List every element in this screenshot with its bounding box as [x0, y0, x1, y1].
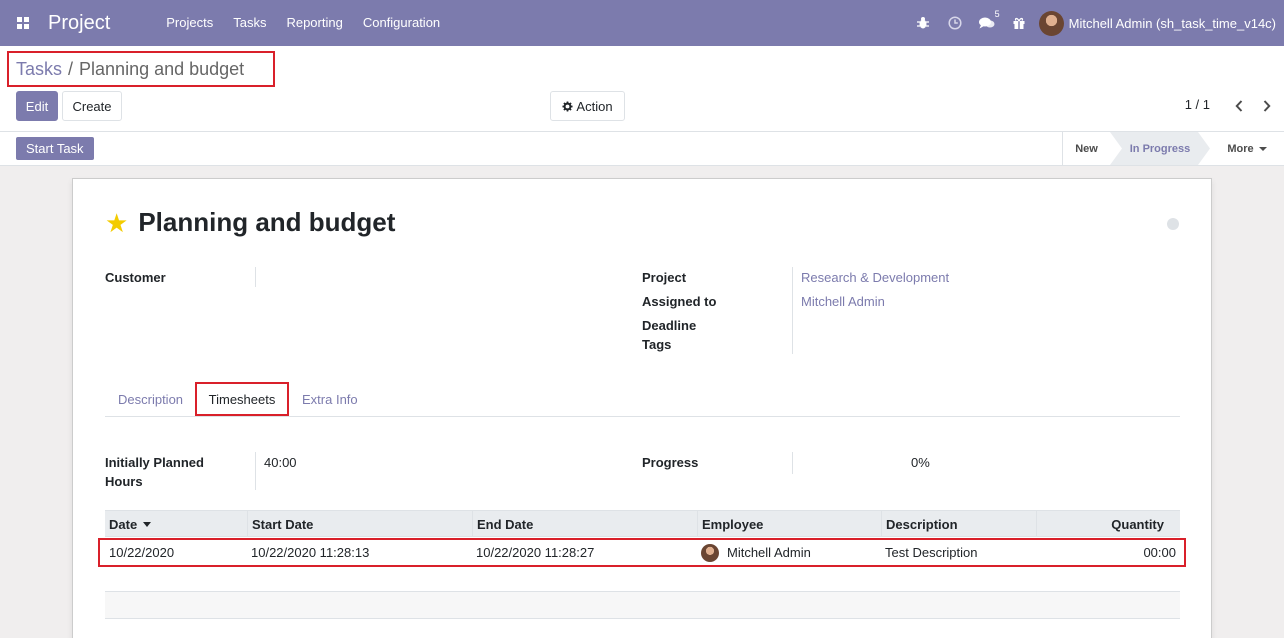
stage-more-label: More — [1227, 142, 1254, 155]
create-button[interactable]: Create — [62, 91, 122, 121]
stage-more-dropdown[interactable]: More — [1210, 132, 1284, 165]
row-quantity: 00:00 — [1143, 545, 1176, 560]
sort-descending-icon — [143, 521, 152, 527]
pager-next-icon[interactable] — [1258, 96, 1276, 116]
column-employee[interactable]: Employee — [697, 511, 881, 537]
action-button[interactable]: Action — [550, 91, 625, 121]
form-sheet: ★ Planning and budget Customer Project A… — [72, 178, 1212, 638]
top-navbar: Project Projects Tasks Reporting Configu… — [0, 0, 1284, 46]
field-separator — [792, 452, 793, 474]
breadcrumb-tasks-link[interactable]: Tasks — [16, 59, 62, 80]
menu-reporting[interactable]: Reporting — [276, 0, 352, 46]
assigned-to-field[interactable]: Mitchell Admin — [801, 292, 885, 311]
menu-tasks[interactable]: Tasks — [223, 0, 276, 46]
app-name[interactable]: Project — [48, 12, 110, 35]
planned-hours-field[interactable]: 40:00 — [264, 453, 297, 472]
control-panel: Tasks / Planning and budget Edit Create … — [0, 46, 1284, 132]
apps-icon[interactable] — [0, 0, 46, 46]
row-date: 10/22/2020 — [109, 545, 175, 560]
stage-selector: New In Progress More — [1062, 132, 1284, 165]
breadcrumb-current: Planning and budget — [79, 58, 245, 79]
tab-timesheets[interactable]: Timesheets — [195, 382, 289, 416]
row-start-date: 10/22/2020 11:28:13 — [251, 545, 370, 560]
chat-icon[interactable]: 5 — [971, 0, 1003, 46]
action-label: Action — [576, 98, 613, 114]
stage-new[interactable]: New — [1062, 132, 1110, 165]
column-end-date[interactable]: End Date — [472, 511, 697, 537]
progress-label: Progress — [642, 455, 699, 470]
tab-description[interactable]: Description — [118, 382, 183, 416]
planned-hours-label-line2: Hours — [105, 474, 143, 489]
user-menu[interactable]: Mitchell Admin (sh_task_time_v14c) — [1038, 10, 1284, 36]
tags-label: Tags — [642, 337, 672, 352]
avatar — [1038, 10, 1064, 36]
star-icon[interactable]: ★ — [105, 210, 128, 236]
breadcrumb-separator: / — [68, 58, 74, 79]
menu-configuration[interactable]: Configuration — [353, 0, 450, 46]
bug-icon[interactable] — [907, 0, 939, 46]
caret-down-icon — [1258, 146, 1267, 151]
column-start-date[interactable]: Start Date — [247, 511, 472, 537]
column-quantity[interactable]: Quantity — [1036, 511, 1180, 537]
gear-icon — [562, 100, 573, 112]
avatar — [701, 543, 719, 562]
main-menu: Projects Tasks Reporting Configuration — [156, 0, 450, 46]
column-date[interactable]: Date — [105, 511, 247, 537]
gift-icon[interactable] — [1003, 0, 1035, 46]
edit-button[interactable]: Edit — [16, 91, 58, 121]
row-employee: Mitchell Admin — [701, 540, 811, 565]
pager-value[interactable]: 1 / 1 — [1185, 97, 1210, 112]
customer-label: Customer — [105, 270, 166, 285]
planned-hours-label-line1: Initially Planned — [105, 455, 204, 470]
assigned-to-label: Assigned to — [642, 294, 717, 309]
column-date-label: Date — [109, 516, 138, 532]
kanban-state-icon[interactable] — [1167, 218, 1179, 230]
stage-in-progress[interactable]: In Progress — [1110, 132, 1210, 165]
user-name: Mitchell Admin (sh_task_time_v14c) — [1068, 15, 1276, 31]
tab-extra-info[interactable]: Extra Info — [302, 382, 358, 416]
field-separator — [255, 267, 256, 287]
row-end-date: 10/22/2020 11:28:27 — [476, 545, 595, 560]
notebook-tabs: Description Timesheets Extra Info — [105, 382, 1180, 417]
pager-previous-icon[interactable] — [1230, 96, 1248, 116]
clock-icon[interactable] — [939, 0, 971, 46]
field-separator — [792, 267, 793, 354]
deadline-label: Deadline — [642, 318, 697, 333]
messages-badge: 5 — [994, 9, 1000, 19]
row-employee-name: Mitchell Admin — [727, 545, 811, 560]
progress-value: 0% — [911, 455, 930, 470]
table-footer-row — [105, 591, 1180, 619]
systray: 5 Mitchell Admin (sh_task_time_v14c) — [907, 0, 1284, 46]
title-row: ★ Planning and budget — [105, 207, 395, 238]
project-field[interactable]: Research & Development — [801, 268, 949, 287]
menu-projects[interactable]: Projects — [156, 0, 223, 46]
field-separator — [255, 452, 256, 490]
column-description[interactable]: Description — [881, 511, 1036, 537]
table-row[interactable]: 10/22/2020 10/22/2020 11:28:13 10/22/202… — [98, 538, 1186, 567]
timesheet-table-header: Date Start Date End Date Employee Descri… — [105, 510, 1180, 537]
statusbar: Start Task New In Progress More — [0, 132, 1284, 166]
customer-field[interactable] — [263, 268, 563, 287]
project-label: Project — [642, 270, 687, 285]
row-description: Test Description — [885, 545, 978, 560]
start-task-button[interactable]: Start Task — [16, 137, 94, 160]
task-title: Planning and budget — [138, 207, 396, 237]
breadcrumb: Tasks / Planning and budget — [7, 51, 275, 87]
